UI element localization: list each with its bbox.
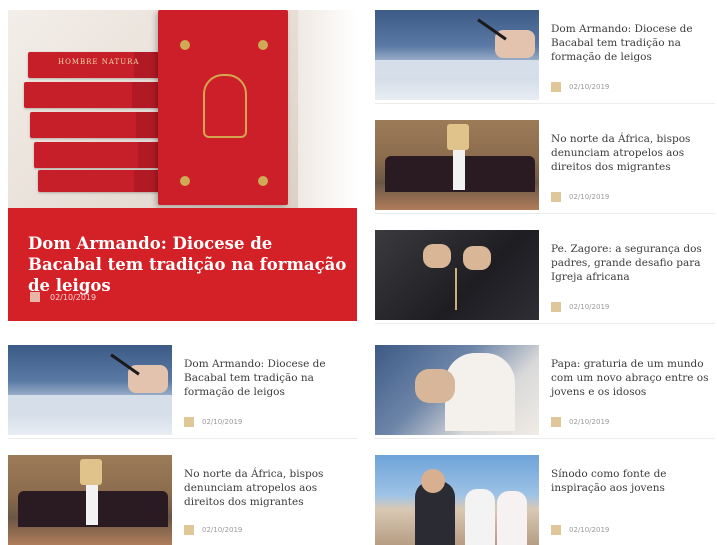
news-thumbnail[interactable] [8, 455, 172, 545]
news-meta: 02/10/2019 [184, 417, 242, 427]
calendar-icon [551, 525, 561, 535]
emblem-icon [203, 74, 247, 138]
news-thumbnail[interactable] [375, 345, 539, 435]
news-thumbnail[interactable] [8, 345, 172, 435]
news-meta: 02/10/2019 [551, 82, 609, 92]
news-thumbnail[interactable] [375, 120, 539, 210]
news-title[interactable]: Dom Armando: Diocese de Bacabal tem trad… [551, 22, 709, 64]
news-thumbnail[interactable] [375, 230, 539, 320]
news-thumbnail[interactable] [375, 10, 539, 100]
news-title[interactable]: Pe. Zagore: a segurança dos padres, gran… [551, 242, 709, 284]
news-title[interactable]: Dom Armando: Diocese de Bacabal tem trad… [184, 357, 342, 399]
news-meta: 02/10/2019 [551, 417, 609, 427]
news-date: 02/10/2019 [569, 418, 610, 426]
news-meta: 02/10/2019 [551, 525, 609, 535]
calendar-icon [551, 192, 561, 202]
calendar-icon [551, 82, 561, 92]
book-shape: HOMBRE NATURA [28, 52, 178, 78]
featured-meta: 02/10/2019 [30, 292, 96, 302]
news-date: 02/10/2019 [202, 526, 243, 534]
calendar-icon [184, 417, 194, 427]
news-title[interactable]: Papa: graturia de um mundo com um novo a… [551, 357, 709, 399]
news-card[interactable]: Pe. Zagore: a segurança dos padres, gran… [375, 230, 715, 324]
book-shape [38, 170, 178, 192]
news-card[interactable]: Sínodo como fonte de inspiração aos jove… [375, 455, 715, 545]
news-date: 02/10/2019 [569, 193, 610, 201]
news-title[interactable]: Sínodo como fonte de inspiração aos jove… [551, 467, 709, 495]
featured-article[interactable]: HOMBRE NATURA Dom Armando: Diocese de Ba… [8, 10, 357, 321]
book-shape [24, 82, 176, 108]
news-title[interactable]: No norte da África, bispos denunciam atr… [551, 132, 709, 174]
news-date: 02/10/2019 [569, 526, 610, 534]
news-meta: 02/10/2019 [551, 192, 609, 202]
news-card[interactable]: No norte da África, bispos denunciam atr… [8, 455, 357, 545]
featured-image[interactable]: HOMBRE NATURA [8, 10, 357, 208]
news-card[interactable]: Dom Armando: Diocese de Bacabal tem trad… [375, 10, 715, 104]
news-thumbnail[interactable] [375, 455, 539, 545]
news-meta: 02/10/2019 [551, 302, 609, 312]
calendar-icon [184, 525, 194, 535]
news-date: 02/10/2019 [202, 418, 243, 426]
calendar-icon [30, 292, 40, 302]
news-card[interactable]: Dom Armando: Diocese de Bacabal tem trad… [8, 345, 357, 439]
calendar-icon [551, 417, 561, 427]
news-date: 02/10/2019 [569, 303, 610, 311]
news-title[interactable]: No norte da África, bispos denunciam atr… [184, 467, 342, 509]
calendar-icon [551, 302, 561, 312]
featured-date: 02/10/2019 [50, 292, 97, 302]
book-cover-shape [158, 10, 288, 205]
news-card[interactable]: No norte da África, bispos denunciam atr… [375, 120, 715, 214]
book-spine-text: HOMBRE NATURA [58, 58, 140, 66]
news-card[interactable]: Papa: graturia de um mundo com um novo a… [375, 345, 715, 439]
news-meta: 02/10/2019 [184, 525, 242, 535]
featured-title[interactable]: Dom Armando: Diocese de Bacabal tem trad… [28, 233, 348, 296]
news-date: 02/10/2019 [569, 83, 610, 91]
